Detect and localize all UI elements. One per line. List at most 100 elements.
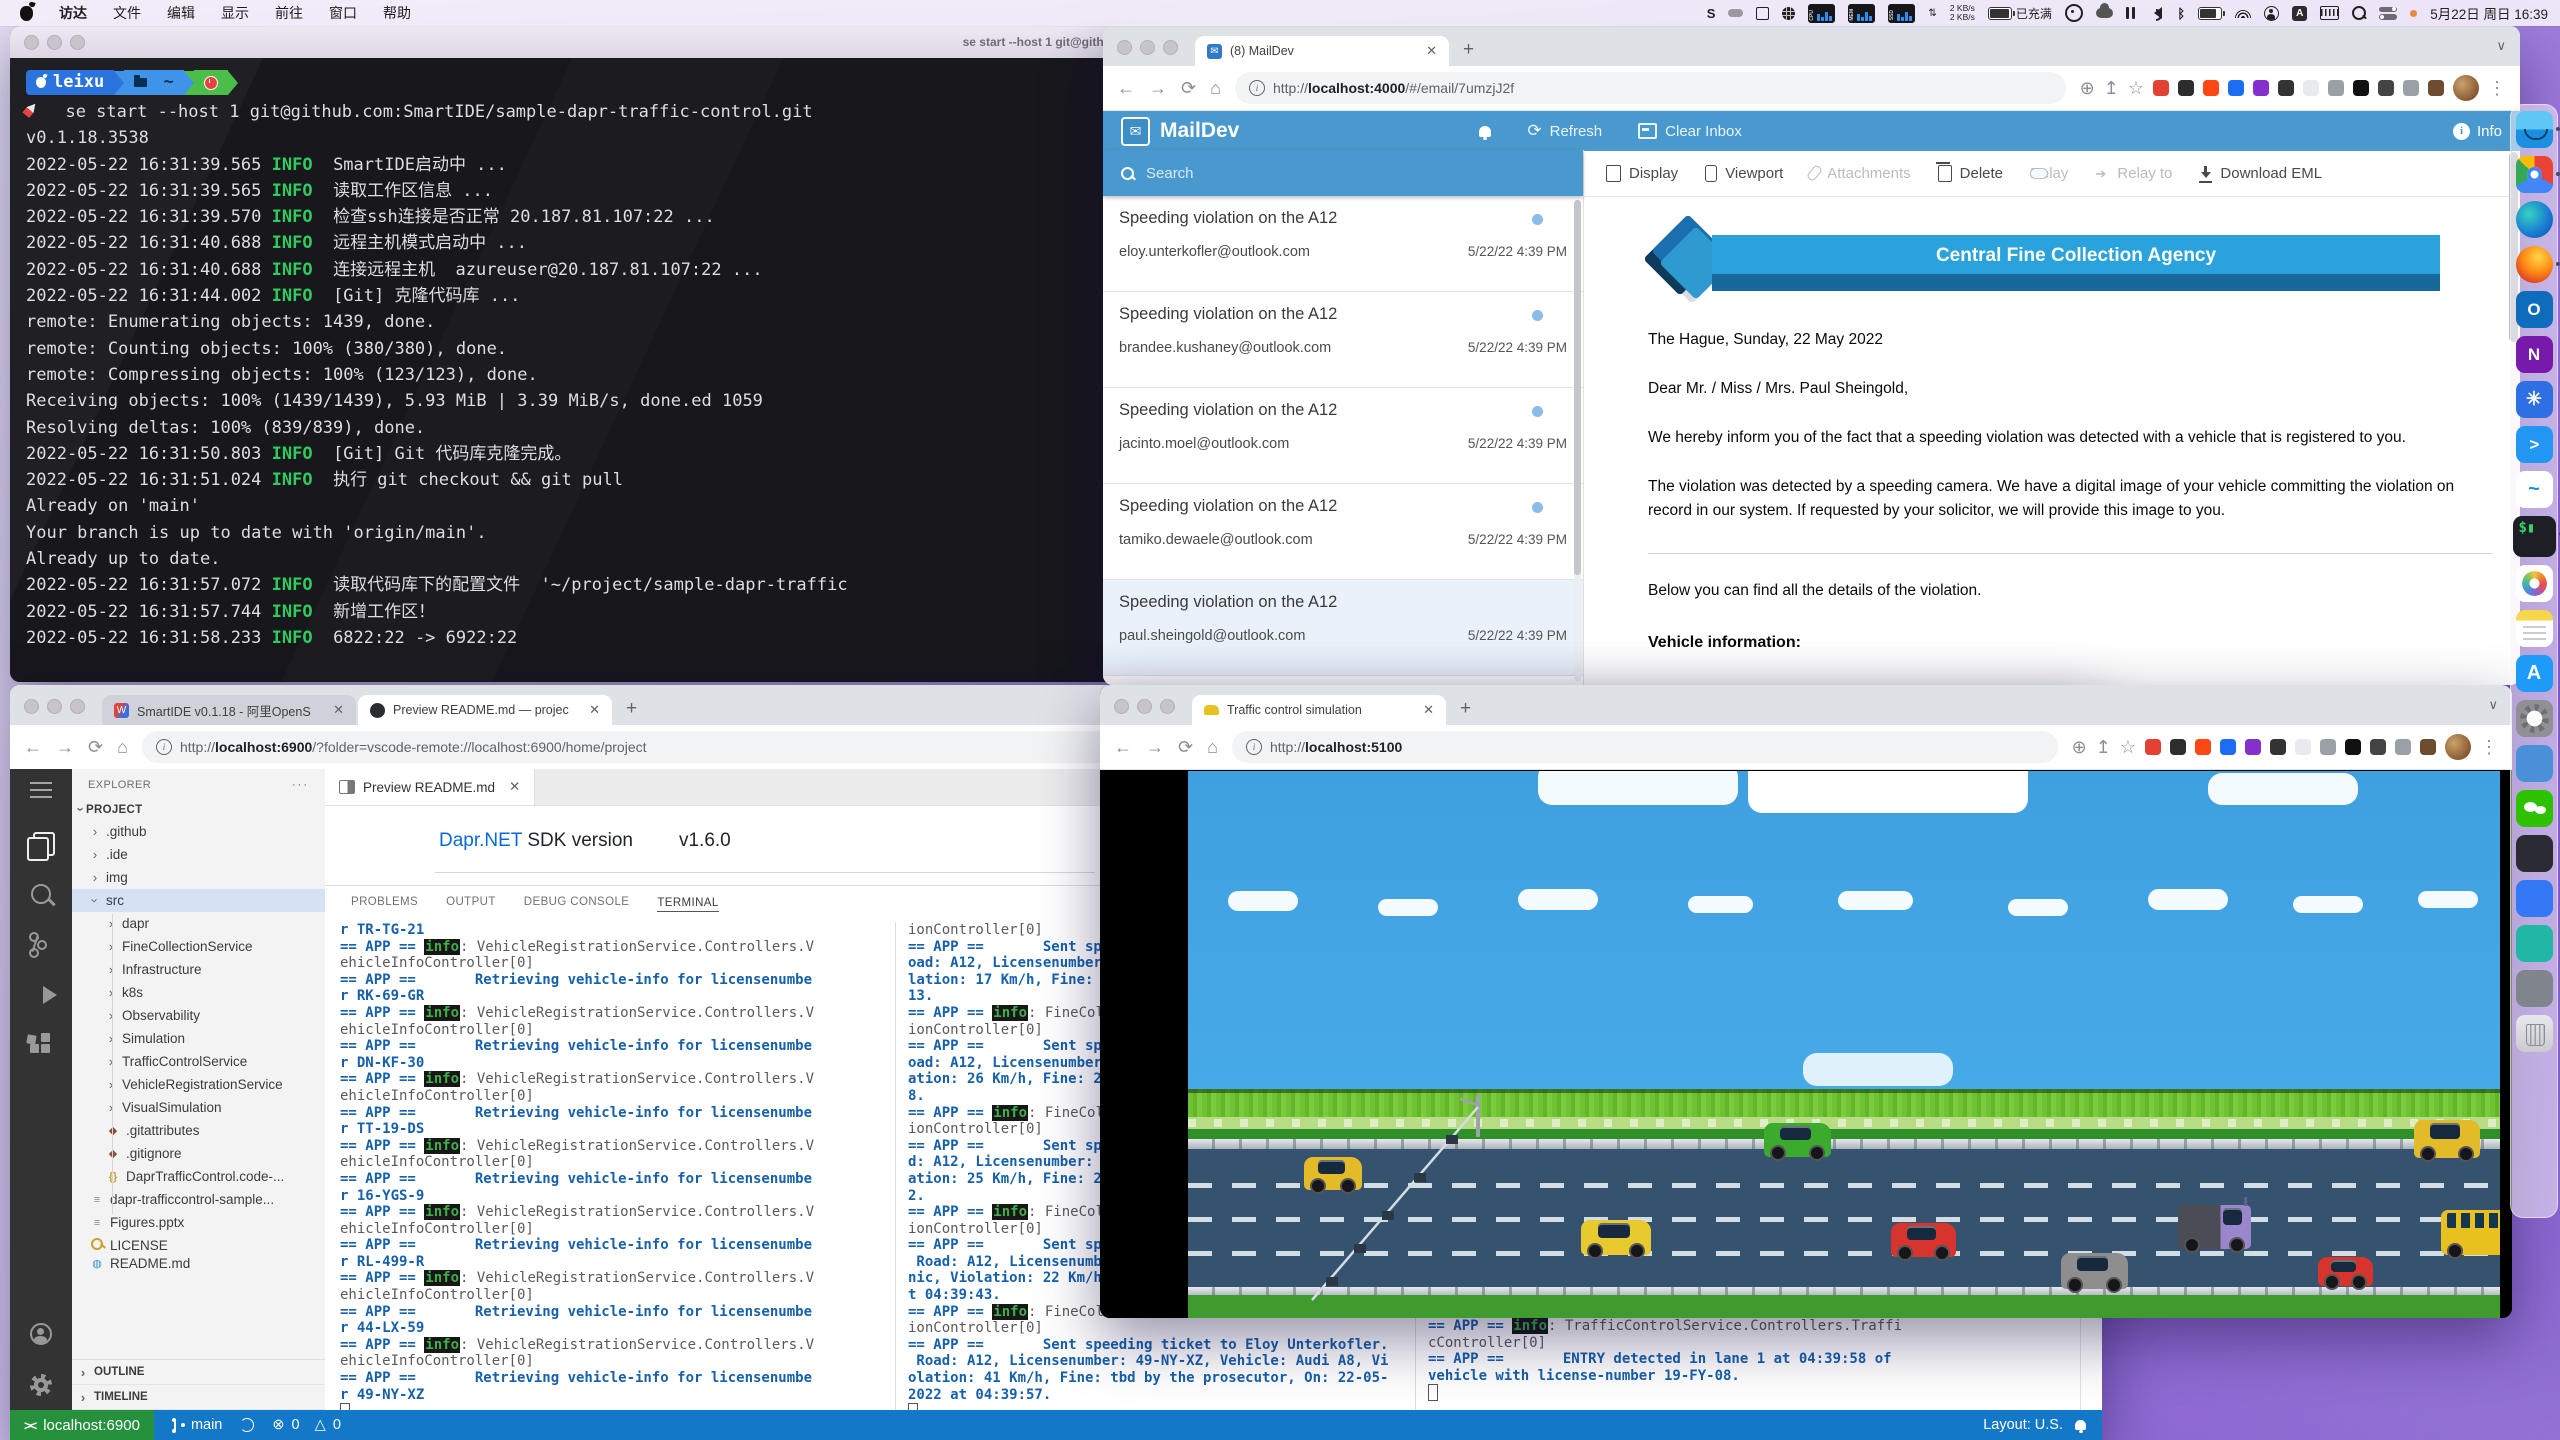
panel-tab-debug-console[interactable]: DEBUG CONSOLE bbox=[524, 896, 630, 908]
status-inputA-icon[interactable]: A bbox=[2292, 6, 2307, 21]
status-cloud-icon[interactable] bbox=[2096, 8, 2113, 18]
source-control-icon[interactable] bbox=[28, 932, 54, 958]
site-info-icon[interactable]: i bbox=[156, 739, 172, 755]
browser-tab[interactable]: WSmartIDE v0.1.18 - 阿里OpenS✕ bbox=[102, 695, 356, 725]
new-tab-button[interactable]: + bbox=[1463, 39, 1474, 61]
dock-icon-edge[interactable] bbox=[2516, 201, 2553, 238]
toolbar-viewport-button[interactable]: Viewport bbox=[1705, 165, 1783, 182]
dock-icon-coral[interactable]: ✳ bbox=[2516, 381, 2553, 418]
profile-avatar[interactable] bbox=[2453, 75, 2479, 101]
email-list-item[interactable]: Speeding violation on the A12eloy.unterk… bbox=[1103, 196, 1583, 292]
status-meter-icon[interactable]: SSD bbox=[1888, 4, 1915, 23]
dock-icon-appstore[interactable]: A bbox=[2516, 655, 2553, 692]
menu-bar-clock[interactable]: 5月22日 周日 16:39 bbox=[2430, 3, 2548, 23]
share-icon[interactable]: ↥ bbox=[2104, 79, 2119, 97]
dock-icon-settings[interactable] bbox=[2516, 700, 2553, 737]
dock-icon-terminal[interactable]: $▮ bbox=[2513, 516, 2556, 557]
back-button[interactable]: ← bbox=[1117, 79, 1135, 97]
extension-icon[interactable] bbox=[2345, 739, 2361, 755]
dock-icon-app-teal[interactable] bbox=[2516, 925, 2553, 962]
tab-close-icon[interactable]: ✕ bbox=[589, 702, 600, 718]
email-list-item[interactable]: Speeding violation on the A12geraldo.wes… bbox=[1103, 676, 1583, 685]
tree-item-.gitattributes[interactable]: ◆.gitattributes bbox=[72, 1119, 325, 1142]
dock-icon-app-gray[interactable] bbox=[2516, 970, 2553, 1007]
explorer-icon[interactable] bbox=[33, 832, 55, 856]
tab-close-icon[interactable]: ✕ bbox=[333, 702, 344, 718]
tree-item-src[interactable]: ›src bbox=[72, 889, 325, 912]
notifications-bell[interactable] bbox=[1479, 126, 1491, 137]
account-icon[interactable] bbox=[30, 1323, 52, 1345]
window-controls[interactable] bbox=[24, 699, 85, 714]
reload-button[interactable]: ⟳ bbox=[88, 738, 103, 756]
panel-tab-terminal[interactable]: TERMINAL bbox=[657, 897, 718, 912]
browser-tab[interactable]: Preview README.md — projec✕ bbox=[358, 695, 612, 725]
tree-item-Figures.pptx[interactable]: ≡Figures.pptx bbox=[72, 1211, 325, 1234]
extension-icon[interactable] bbox=[2353, 80, 2369, 96]
explorer-more-icon[interactable]: ··· bbox=[292, 779, 309, 791]
dock-icon-firefox[interactable] bbox=[2516, 246, 2553, 283]
email-list-item[interactable]: Speeding violation on the A12paul.sheing… bbox=[1103, 580, 1583, 676]
extension-icon[interactable] bbox=[2395, 739, 2411, 755]
dock-icon-chrome[interactable] bbox=[2516, 156, 2553, 193]
status-search-icon[interactable] bbox=[2352, 6, 2366, 20]
status-toggles-icon[interactable] bbox=[2379, 6, 2397, 20]
url-bar[interactable]: ihttp://localhost:5100 bbox=[1232, 731, 2058, 763]
menu-icon[interactable] bbox=[28, 777, 54, 803]
status-batt2-icon[interactable] bbox=[2198, 7, 2222, 20]
browser-menu-icon[interactable]: ⋮ bbox=[2488, 79, 2506, 97]
extension-icon[interactable] bbox=[2420, 739, 2436, 755]
tree-item-k8s[interactable]: ›k8s bbox=[72, 981, 325, 1004]
menu-item-帮助[interactable]: 帮助 bbox=[383, 3, 411, 23]
extension-icon[interactable] bbox=[2203, 80, 2219, 96]
tab-search-chevron-icon[interactable]: ∨ bbox=[2496, 38, 2506, 54]
status-dot-icon[interactable] bbox=[2410, 10, 2417, 17]
forward-button[interactable]: → bbox=[56, 738, 74, 756]
site-info-icon[interactable]: i bbox=[1246, 739, 1262, 755]
window-controls[interactable] bbox=[1117, 40, 1178, 55]
status-meter-icon[interactable]: MEM bbox=[1848, 4, 1875, 23]
tree-item-TrafficControlService[interactable]: ›TrafficControlService bbox=[72, 1050, 325, 1073]
reload-button[interactable]: ⟳ bbox=[1181, 79, 1196, 97]
home-button[interactable]: ⌂ bbox=[117, 738, 128, 756]
tree-item-Simulation[interactable]: ›Simulation bbox=[72, 1027, 325, 1050]
browser-tab[interactable]: Traffic control simulation✕ bbox=[1192, 695, 1446, 725]
info-button[interactable]: iInfo bbox=[2453, 123, 2502, 140]
new-tab-button[interactable]: + bbox=[1460, 698, 1471, 720]
sync-button[interactable] bbox=[240, 1418, 254, 1432]
browser-menu-icon[interactable]: ⋮ bbox=[2480, 738, 2498, 756]
dock-icon-trash[interactable] bbox=[2516, 1015, 2553, 1052]
menu-item-访达[interactable]: 访达 bbox=[59, 3, 87, 23]
tree-item-VehicleRegistrationService[interactable]: ›VehicleRegistrationService bbox=[72, 1073, 325, 1096]
extension-icon[interactable] bbox=[2253, 80, 2269, 96]
status-speaker-icon[interactable] bbox=[2148, 7, 2164, 19]
forward-button[interactable]: → bbox=[1149, 79, 1167, 97]
status-arrows-icon[interactable]: ⇅ bbox=[1928, 8, 1936, 19]
dock-icon-app-blue2[interactable] bbox=[2516, 880, 2553, 917]
extension-icon[interactable] bbox=[2245, 739, 2261, 755]
dock-icon-wechat[interactable] bbox=[2516, 790, 2553, 827]
tree-item-Infrastructure[interactable]: ›Infrastructure bbox=[72, 958, 325, 981]
extension-icon[interactable] bbox=[2153, 80, 2169, 96]
email-list-item[interactable]: Speeding violation on the A12tamiko.dewa… bbox=[1103, 484, 1583, 580]
share-icon[interactable]: ↥ bbox=[2096, 738, 2111, 756]
extension-icon[interactable] bbox=[2370, 739, 2386, 755]
clear-inbox-button[interactable]: Clear Inbox bbox=[1638, 123, 1742, 140]
dapr-net-link[interactable]: Dapr.NET bbox=[439, 830, 522, 851]
terminal-titlebar[interactable]: se start --host 1 git@githu bbox=[10, 26, 1125, 58]
close-icon[interactable]: ✕ bbox=[509, 779, 520, 795]
dock-icon-app-blue[interactable] bbox=[2516, 745, 2553, 782]
email-list-item[interactable]: Speeding violation on the A12brandee.kus… bbox=[1103, 292, 1583, 388]
extension-icon[interactable] bbox=[2403, 80, 2419, 96]
tree-item-LICENSE[interactable]: LICENSE bbox=[72, 1234, 325, 1257]
home-button[interactable]: ⌂ bbox=[1210, 79, 1221, 97]
extension-icon[interactable] bbox=[2220, 739, 2236, 755]
dock-icon-app-dark[interactable] bbox=[2516, 835, 2553, 872]
dock-icon-outlook[interactable]: O bbox=[2516, 291, 2553, 328]
extension-icon[interactable] bbox=[2278, 80, 2294, 96]
tree-item-README.md[interactable]: ◍README.md bbox=[72, 1257, 325, 1270]
extension-icon[interactable] bbox=[2270, 739, 2286, 755]
editor-tab-preview-readme[interactable]: Preview README.md ✕ bbox=[325, 769, 535, 805]
email-search[interactable]: Search bbox=[1103, 150, 1583, 196]
status-rates-icon[interactable]: 2 KB/s2 KB/s bbox=[1950, 4, 1975, 22]
extension-icon[interactable] bbox=[2178, 80, 2194, 96]
